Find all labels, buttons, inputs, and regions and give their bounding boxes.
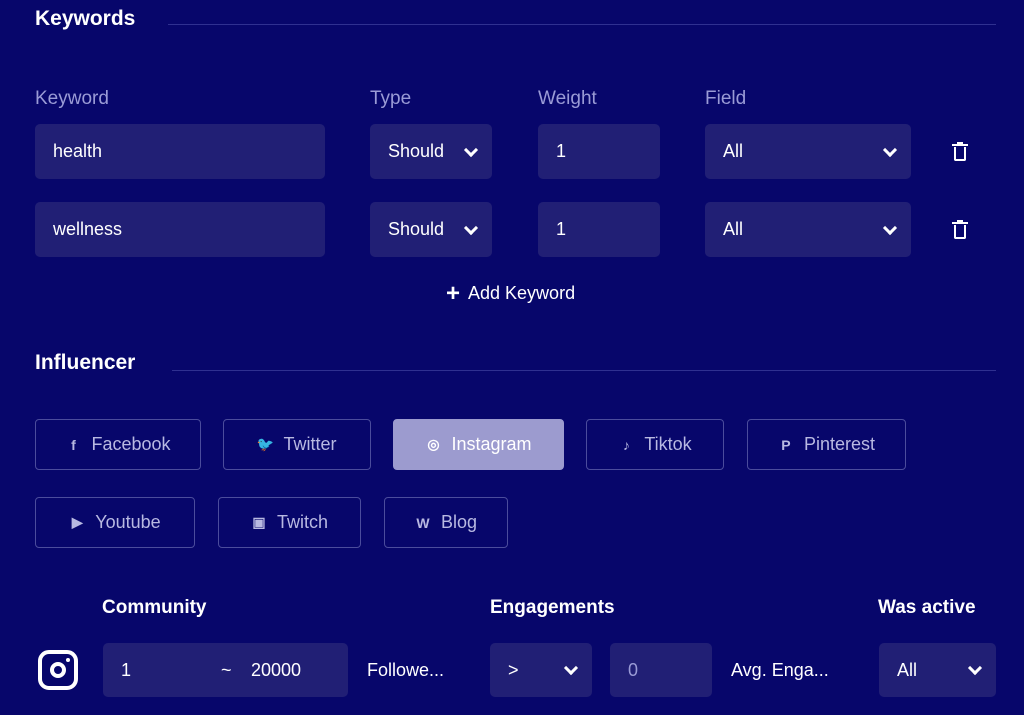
- type-select[interactable]: Should: [370, 124, 492, 179]
- wordpress-icon: W: [416, 514, 430, 531]
- chevron-down-icon: [882, 142, 898, 157]
- instagram-icon: ◎: [427, 436, 440, 452]
- field-select[interactable]: All: [705, 124, 911, 179]
- chevron-down-icon: [563, 660, 579, 676]
- was-active-label: Was active: [878, 597, 976, 618]
- keyword-column-label: Keyword: [35, 88, 109, 109]
- community-min[interactable]: 1: [121, 660, 131, 681]
- engagement-operator-select[interactable]: >: [490, 643, 592, 697]
- trash-icon[interactable]: [952, 220, 968, 239]
- tiktok-icon: ♪: [622, 436, 630, 453]
- engagement-value: 0: [628, 659, 639, 680]
- platform-label: Twitter: [283, 434, 337, 454]
- instagram-icon: [38, 650, 78, 690]
- type-value: Should: [388, 141, 445, 161]
- divider: [172, 370, 996, 371]
- chevron-down-icon: [463, 220, 479, 235]
- keyword-input[interactable]: health: [35, 124, 325, 179]
- community-range-input[interactable]: 1 ~ 20000: [103, 643, 348, 697]
- range-separator: ~: [221, 659, 232, 680]
- platform-youtube-button[interactable]: ▶ Youtube: [35, 497, 195, 548]
- keyword-value: wellness: [53, 219, 123, 239]
- platform-label: Youtube: [95, 512, 161, 532]
- add-keyword-label: Add Keyword: [468, 283, 576, 303]
- plus-icon: +: [446, 279, 461, 307]
- platform-facebook-button[interactable]: f Facebook: [35, 419, 201, 470]
- weight-column-label: Weight: [538, 88, 597, 109]
- weight-value: 1: [556, 219, 567, 239]
- engagement-value-input[interactable]: 0: [610, 643, 712, 697]
- type-value: Should: [388, 219, 445, 239]
- community-label: Community: [102, 597, 207, 618]
- field-select[interactable]: All: [705, 202, 911, 257]
- was-active-value: All: [897, 659, 918, 680]
- platform-label: Facebook: [91, 434, 171, 454]
- pinterest-icon: P: [781, 436, 791, 453]
- add-keyword-button[interactable]: + Add Keyword: [446, 279, 576, 307]
- twitter-icon: 🐦: [256, 436, 275, 452]
- platform-label: Pinterest: [803, 434, 876, 454]
- platform-tiktok-button[interactable]: ♪ Tiktok: [586, 419, 724, 470]
- field-value: All: [723, 141, 744, 161]
- engagements-label: Engagements: [490, 597, 615, 618]
- weight-input[interactable]: 1: [538, 124, 660, 179]
- platform-label: Blog: [440, 512, 478, 532]
- field-value: All: [723, 219, 744, 239]
- youtube-icon: ▶: [71, 514, 83, 530]
- facebook-icon: f: [71, 436, 76, 453]
- platform-label: Tiktok: [644, 434, 692, 454]
- platform-twitch-button[interactable]: ▣ Twitch: [218, 497, 361, 548]
- platform-pinterest-button[interactable]: P Pinterest: [747, 419, 906, 470]
- type-column-label: Type: [370, 88, 412, 109]
- engagement-unit: Avg. Enga...: [731, 660, 829, 680]
- platform-label: Twitch: [276, 512, 328, 532]
- keyword-value: health: [53, 141, 103, 161]
- trash-icon[interactable]: [952, 142, 968, 161]
- keyword-input[interactable]: wellness: [35, 202, 325, 257]
- community-max[interactable]: 20000: [251, 660, 301, 681]
- weight-input[interactable]: 1: [538, 202, 660, 257]
- platform-label: Instagram: [451, 434, 532, 454]
- field-column-label: Field: [705, 88, 747, 109]
- operator-value: >: [508, 659, 519, 680]
- platform-twitter-button[interactable]: 🐦 Twitter: [223, 419, 371, 470]
- platform-instagram-button[interactable]: ◎ Instagram: [393, 419, 564, 470]
- keywords-heading: Keywords: [35, 7, 136, 30]
- was-active-select[interactable]: All: [879, 643, 996, 697]
- divider: [168, 24, 996, 25]
- twitch-icon: ▣: [252, 514, 266, 530]
- type-select[interactable]: Should: [370, 202, 492, 257]
- chevron-down-icon: [463, 142, 479, 157]
- platform-blog-button[interactable]: W Blog: [384, 497, 508, 548]
- influencer-heading: Influencer: [35, 351, 136, 374]
- chevron-down-icon: [967, 660, 983, 676]
- weight-value: 1: [556, 141, 567, 161]
- community-unit: Followe...: [367, 660, 445, 680]
- chevron-down-icon: [882, 220, 898, 235]
